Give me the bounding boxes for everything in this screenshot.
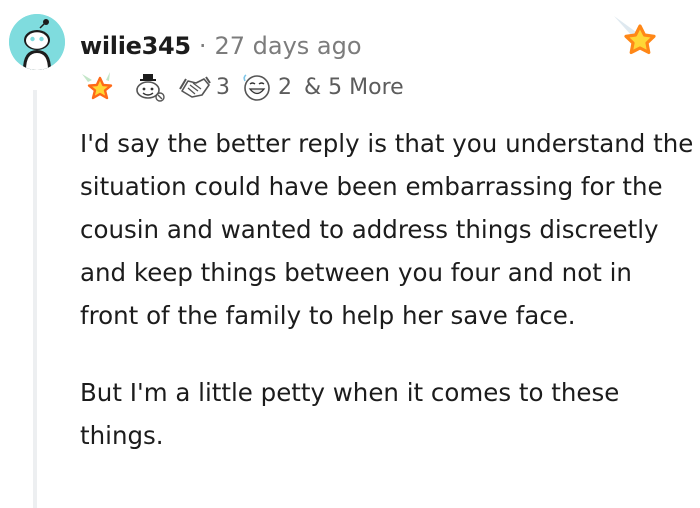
comment-body: I'd say the better reply is that you und…	[80, 122, 695, 457]
separator-dot: ·	[198, 32, 207, 60]
comment-paragraph: I'd say the better reply is that you und…	[80, 129, 694, 330]
username[interactable]: wilie345	[80, 32, 191, 60]
give-award-button[interactable]	[610, 14, 662, 60]
award-count: 3	[216, 74, 230, 100]
more-awards-link[interactable]: & 5 More	[304, 75, 404, 100]
awards-row: 3 2 & 5 More	[80, 68, 404, 106]
avatar[interactable]	[9, 14, 65, 70]
award-handshake[interactable]: 3	[178, 71, 230, 103]
comment-paragraph: But I'm a little petty when it comes to …	[80, 378, 620, 450]
laughing-face-award-icon	[243, 74, 270, 101]
award-count: 2	[278, 74, 292, 100]
reddit-snoo-icon	[9, 14, 65, 70]
shooting-star-icon	[614, 16, 656, 55]
award-wholesome[interactable]	[130, 70, 168, 104]
thread-line[interactable]	[33, 90, 37, 508]
comment: wilie345 · 27 days ago 3 2 & 5 More I'd …	[0, 0, 700, 508]
award-star-burst[interactable]	[80, 70, 120, 104]
handshake-award-icon	[179, 76, 211, 98]
timestamp[interactable]: 27 days ago	[214, 32, 361, 60]
wholesome-award-icon	[136, 74, 165, 102]
comment-header: wilie345 · 27 days ago	[80, 28, 362, 64]
star-burst-award-icon	[82, 72, 113, 100]
award-laughing-face[interactable]: 2	[240, 71, 292, 103]
